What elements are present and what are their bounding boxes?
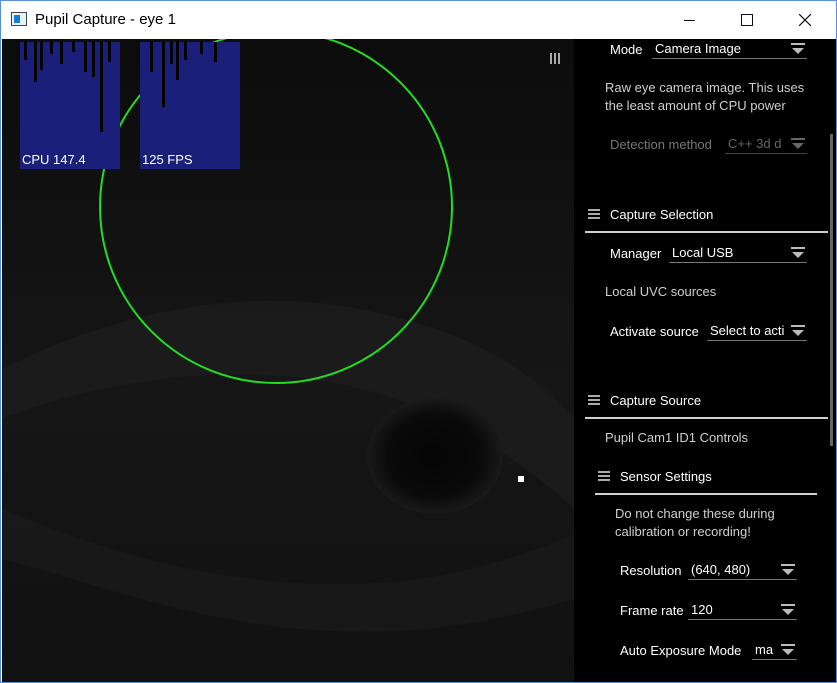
dropdown-icon [781,644,795,656]
dropdown-icon [781,564,795,576]
app-window: Pupil Capture - eye 1 CPU 147.4 125 FPS … [0,0,837,683]
maximize-button[interactable] [724,1,770,39]
menu-icon [588,395,600,405]
frame-rate-select[interactable]: 120 [688,601,797,620]
dropdown-icon [791,138,805,150]
menu-icon [598,471,610,481]
sensor-warning: Do not change these during calibration o… [615,506,775,539]
dropdown-icon [791,247,805,259]
close-button[interactable] [782,1,828,39]
frame-rate-value: 120 [691,602,713,617]
detection-method-select[interactable]: C++ 3d d [725,135,807,154]
corneal-reflection [518,476,524,482]
capture-source-title: Capture Source [610,392,702,408]
settings-panel: Mode Camera Image Raw eye camera image. … [574,39,836,682]
sensor-settings-header[interactable]: Sensor Settings [598,465,712,487]
detection-method-value: C++ 3d d [728,136,782,151]
mode-label: Mode [610,41,643,57]
window-title: Pupil Capture - eye 1 [35,11,176,28]
resolution-value: (640, 480) [691,562,751,577]
camera-controls-label: Pupil Cam1 ID1 Controls [605,430,749,445]
uvc-sources-info: Local UVC sources [605,284,717,299]
fps-graph: 125 FPS [140,42,240,169]
menu-icon [588,209,600,219]
capture-source-header[interactable]: Capture Source [588,389,701,411]
divider [585,417,828,419]
manager-select[interactable]: Local USB [669,244,807,263]
capture-selection-title: Capture Selection [610,206,714,222]
resolution-label: Resolution [620,562,682,578]
dropdown-icon [781,604,795,616]
detection-method-label: Detection method [610,136,712,152]
auto-exposure-value: ma [755,642,774,657]
auto-exposure-select[interactable]: ma [752,641,797,660]
maximize-icon [741,14,753,26]
divider [585,231,828,233]
manager-value: Local USB [672,245,734,260]
mode-select[interactable]: Camera Image [652,40,807,59]
dropdown-icon [791,43,805,55]
menu-toggle-icon[interactable] [550,53,562,65]
title-bar[interactable]: Pupil Capture - eye 1 [1,1,836,39]
cpu-graph: CPU 147.4 [20,42,120,169]
activate-source-select[interactable]: Select to acti [707,322,807,341]
activate-source-value: Select to acti [710,323,785,338]
panel-scrollbar[interactable] [830,134,833,446]
resolution-select[interactable]: (640, 480) [688,561,797,580]
mode-value: Camera Image [655,41,741,56]
dropdown-icon [791,325,805,337]
close-icon [799,14,811,26]
manager-label: Manager [610,245,662,261]
capture-view: CPU 147.4 125 FPS Mode Camera Image Raw … [2,39,836,682]
frame-rate-label: Frame rate [620,602,684,618]
minimize-icon [683,19,695,21]
fps-label: 125 FPS [142,152,193,167]
cpu-label: CPU 147.4 [22,152,86,167]
app-icon [11,12,27,26]
sensor-settings-title: Sensor Settings [620,468,712,484]
minimize-button[interactable] [666,1,712,39]
mode-info: Raw eye camera image. This uses the leas… [605,80,805,113]
divider [595,493,817,495]
auto-exposure-label: Auto Exposure Mode [620,642,742,658]
activate-source-label: Activate source [610,323,699,339]
capture-selection-header[interactable]: Capture Selection [588,203,713,225]
